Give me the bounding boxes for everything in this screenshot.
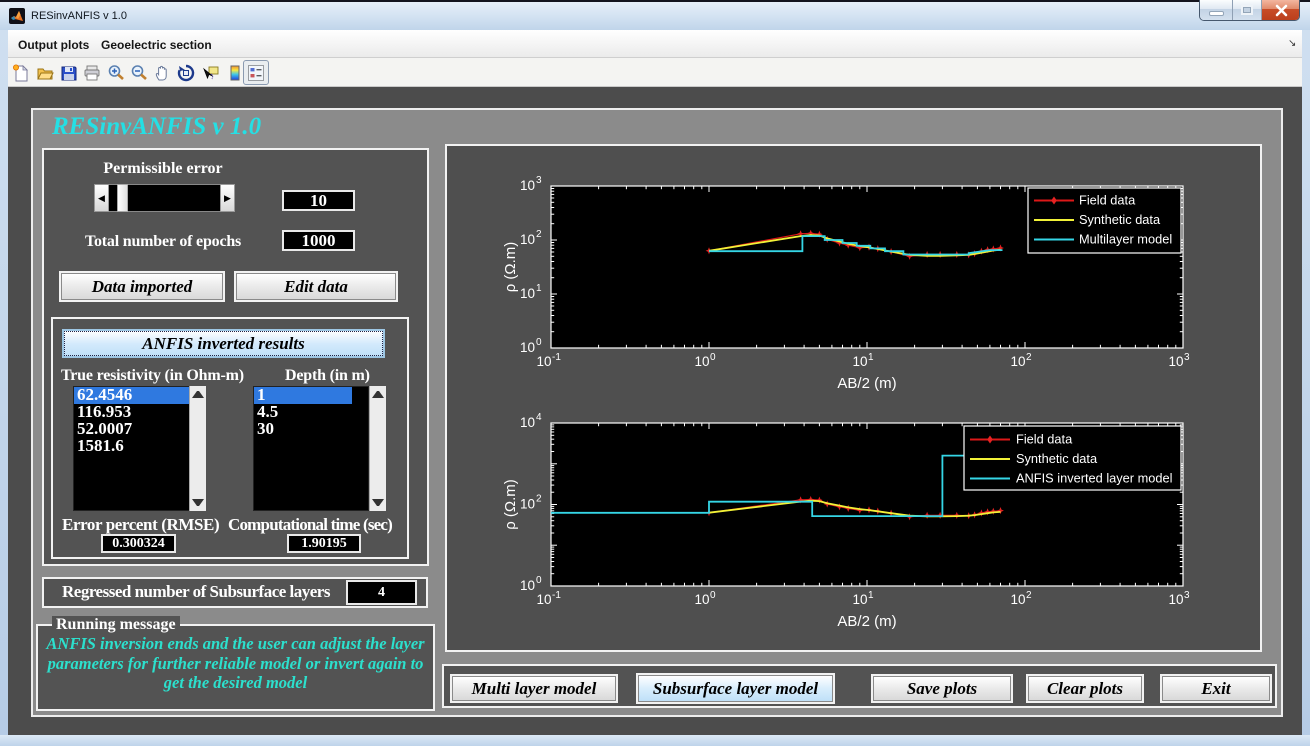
svg-text:AB/2 (m): AB/2 (m) (837, 375, 896, 392)
svg-text:2: 2 (1026, 352, 1032, 363)
svg-text:0: 0 (536, 575, 542, 586)
svg-text:3: 3 (1184, 590, 1190, 601)
svg-text:10: 10 (1010, 592, 1025, 607)
svg-text:4: 4 (536, 412, 542, 423)
svg-text:Multilayer model: Multilayer model (1079, 232, 1172, 247)
svg-text:10: 10 (536, 354, 551, 369)
svg-text:10: 10 (536, 592, 551, 607)
svg-text:0: 0 (710, 590, 716, 601)
svg-text:10: 10 (1010, 354, 1025, 369)
svg-text:10: 10 (694, 592, 709, 607)
svg-text:3: 3 (1184, 352, 1190, 363)
svg-text:10: 10 (1168, 354, 1183, 369)
svg-text:1: 1 (868, 590, 874, 601)
svg-text:-1: -1 (552, 590, 561, 601)
svg-text:0: 0 (710, 352, 716, 363)
svg-text:10: 10 (694, 354, 709, 369)
svg-text:10: 10 (520, 578, 535, 593)
svg-text:3: 3 (536, 175, 542, 186)
svg-text:AB/2 (m): AB/2 (m) (837, 613, 896, 630)
svg-text:2: 2 (536, 494, 542, 505)
svg-text:1: 1 (868, 352, 874, 363)
svg-text:-1: -1 (552, 352, 561, 363)
svg-text:Field data: Field data (1016, 432, 1073, 447)
svg-text:10: 10 (520, 232, 535, 247)
svg-text:10: 10 (852, 354, 867, 369)
svg-text:ρ (Ω.m): ρ (Ω.m) (502, 479, 519, 530)
svg-text:10: 10 (520, 178, 535, 193)
svg-text:10: 10 (520, 415, 535, 430)
svg-text:0: 0 (536, 337, 542, 348)
svg-text:1: 1 (536, 283, 542, 294)
svg-text:10: 10 (520, 340, 535, 355)
svg-text:10: 10 (852, 592, 867, 607)
svg-text:2: 2 (1026, 590, 1032, 601)
svg-text:10: 10 (520, 497, 535, 512)
svg-text:Field data: Field data (1079, 193, 1136, 208)
svg-text:Synthetic data: Synthetic data (1079, 212, 1161, 227)
svg-text:10: 10 (1168, 592, 1183, 607)
svg-text:2: 2 (536, 229, 542, 240)
svg-text:ANFIS inverted layer model: ANFIS inverted layer model (1016, 471, 1172, 486)
svg-text:ρ (Ω.m): ρ (Ω.m) (502, 242, 519, 293)
svg-text:Synthetic data: Synthetic data (1016, 451, 1098, 466)
svg-text:10: 10 (520, 286, 535, 301)
